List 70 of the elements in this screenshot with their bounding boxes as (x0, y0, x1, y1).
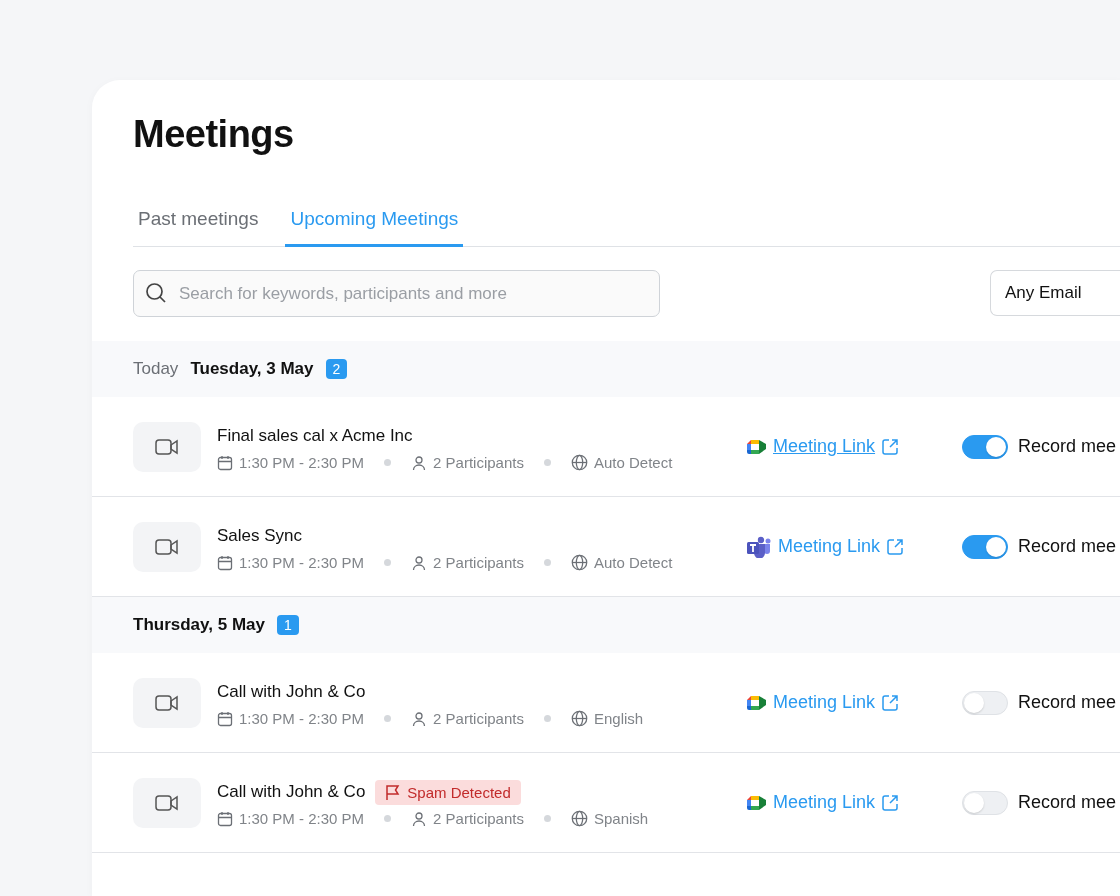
person-icon (411, 554, 428, 571)
person-icon (411, 454, 428, 471)
participant-count: 2 Participants (433, 554, 524, 571)
separator-dot (543, 815, 551, 822)
calendar-icon (217, 454, 233, 471)
day-label: Today (133, 359, 179, 379)
meeting-time: 1:30 PM - 2:30 PM (239, 810, 365, 827)
team-app-icon (746, 535, 772, 558)
record-label: Record mee (1018, 792, 1117, 813)
email-dropdown[interactable]: Any Email (990, 270, 1120, 316)
video-app-icon (746, 437, 767, 456)
calendar-icon (217, 710, 233, 727)
person-icon (411, 810, 428, 827)
calendar-icon (217, 810, 233, 827)
record-toggle[interactable] (962, 534, 1008, 559)
record-label: Record mee (1018, 692, 1117, 713)
meeting-link[interactable]: Meeting Link (778, 536, 881, 557)
meeting-count: 1 (276, 615, 299, 635)
spam-label: Spam Detected (407, 783, 511, 801)
page-title: Meetings (132, 112, 294, 156)
record-label: Record mee (1018, 536, 1117, 557)
video-camera-icon (155, 793, 179, 812)
globe-icon (570, 710, 588, 727)
external-link-icon[interactable] (881, 793, 900, 812)
meeting-language: Auto Detect (593, 454, 673, 471)
separator-dot (543, 459, 551, 466)
participant-count: 2 Participants (433, 810, 524, 827)
meeting-title: Call with John & Co (217, 682, 366, 702)
flag-icon (385, 783, 402, 801)
meeting-language: Auto Detect (593, 554, 673, 571)
external-link-icon[interactable] (881, 437, 900, 456)
tab[interactable]: Past meetings (133, 198, 264, 247)
video-app-icon (746, 793, 767, 812)
video-camera-icon (155, 537, 179, 556)
meeting-time: 1:30 PM - 2:30 PM (239, 554, 365, 571)
record-label: Record mee (1018, 436, 1117, 457)
globe-icon (570, 454, 588, 471)
separator-dot (384, 815, 392, 822)
meeting-title: Sales Sync (217, 526, 303, 546)
tab[interactable]: Upcoming Meetings (285, 198, 464, 247)
calendar-icon (217, 554, 233, 571)
meeting-title: Final sales cal x Acme Inc (217, 426, 413, 446)
meeting-language: Spanish (593, 810, 649, 827)
meeting-link[interactable]: Meeting Link (773, 436, 876, 457)
external-link-icon[interactable] (881, 693, 900, 712)
person-icon (411, 710, 428, 727)
date-label: Thursday, 5 May (133, 615, 265, 635)
meeting-link[interactable]: Meeting Link (773, 792, 876, 813)
date-label: Tuesday, 3 May (190, 359, 314, 379)
video-camera-icon (155, 693, 179, 712)
meeting-time: 1:30 PM - 2:30 PM (239, 454, 365, 471)
participant-count: 2 Participants (433, 710, 524, 727)
globe-icon (570, 810, 588, 827)
video-camera-icon (155, 437, 179, 456)
meeting-title: Call with John & Co (217, 782, 366, 802)
record-toggle[interactable] (962, 434, 1008, 459)
separator-dot (384, 459, 392, 466)
separator-dot (543, 715, 551, 722)
meeting-language: English (593, 710, 644, 727)
search-field[interactable]: Search for keywords, participants and more (133, 270, 660, 317)
globe-icon (570, 554, 588, 571)
separator-dot (384, 559, 392, 566)
meeting-time: 1:30 PM - 2:30 PM (239, 710, 365, 727)
meeting-count: 2 (325, 359, 348, 379)
external-link-icon[interactable] (886, 537, 905, 556)
participant-count: 2 Participants (433, 454, 524, 471)
separator-dot (543, 559, 551, 566)
separator-dot (384, 715, 392, 722)
meeting-link[interactable]: Meeting Link (773, 692, 876, 713)
video-app-icon (746, 693, 767, 712)
